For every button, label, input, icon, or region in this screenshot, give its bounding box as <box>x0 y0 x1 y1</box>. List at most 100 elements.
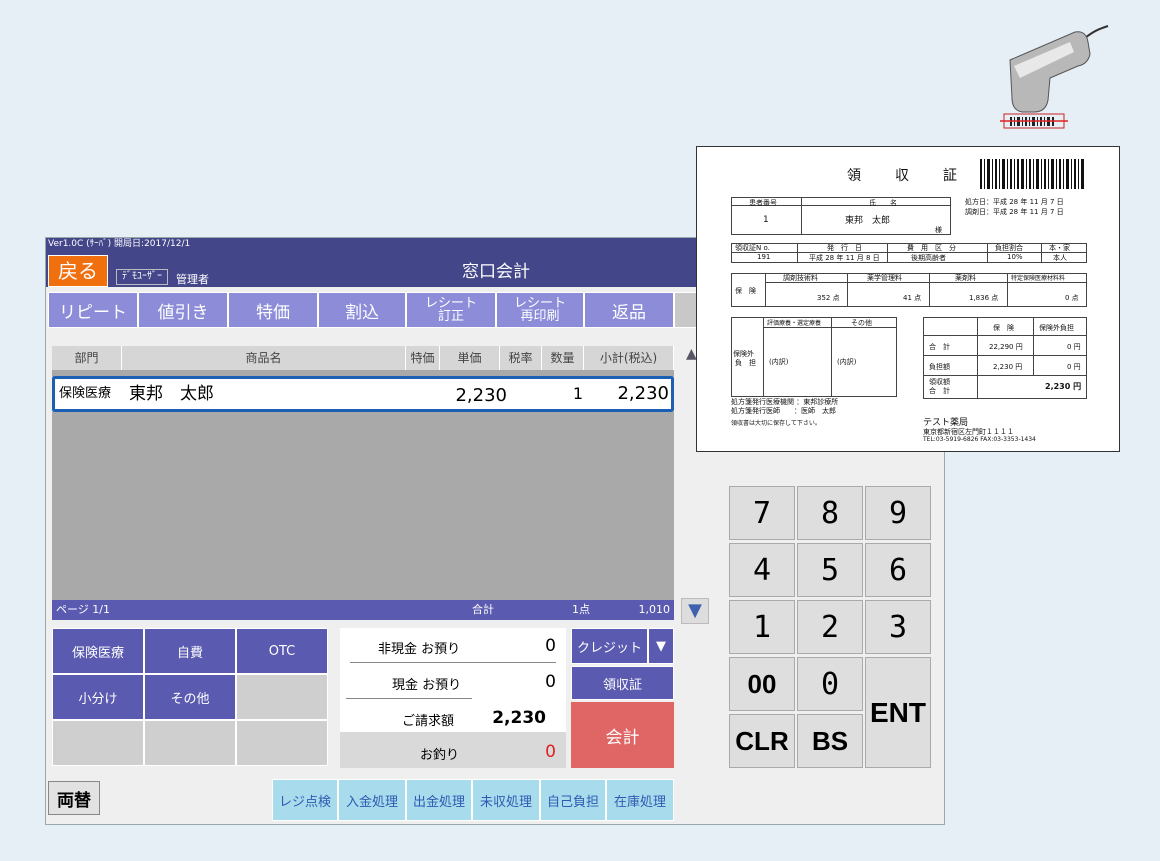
drug-fee: 1,836 点 <box>969 294 999 302</box>
drug-fee-label: 薬剤料 <box>955 274 976 282</box>
category-empty-button <box>144 720 236 766</box>
col-dept: 部門 <box>52 346 122 370</box>
row-name: 東邦 太郎 <box>129 384 214 404</box>
material-fee: 0 点 <box>1065 294 1079 302</box>
burden-ratio: 10% <box>1007 253 1023 261</box>
noncash-value[interactable]: 0 <box>490 636 556 656</box>
receipt-title: 領 収 証 <box>847 168 959 184</box>
pharma-mgmt-label: 薬学管理料 <box>867 274 902 282</box>
key-5[interactable]: 5 <box>797 543 863 597</box>
enter-key[interactable]: ENT <box>865 657 931 768</box>
return-button[interactable]: 返品 <box>584 292 674 328</box>
cash-label: 現金 お預り <box>392 678 462 693</box>
checkout-button[interactable]: 会計 <box>571 702 674 768</box>
copay-insurance: 2,230 円 <box>993 363 1023 371</box>
staff-name: 管理者 <box>176 273 209 286</box>
interrupt-button[interactable]: 割込 <box>318 292 406 328</box>
scroll-down-icon[interactable]: ▼ <box>681 598 709 624</box>
footer-amount: 1,010 <box>638 603 671 616</box>
insured-type: 本人 <box>1053 254 1067 262</box>
receipt-button[interactable]: 領収証 <box>571 666 674 700</box>
total-out: 0 円 <box>1067 343 1081 351</box>
page-title: 窓口会計 <box>462 262 530 282</box>
col-tax: 税率 <box>500 346 542 370</box>
key-1[interactable]: 1 <box>729 600 795 654</box>
billed-value: 2,230 <box>492 708 546 728</box>
selected-care-label: 評価療養・選定療養 <box>767 320 822 327</box>
key-3[interactable]: 3 <box>865 600 931 654</box>
category-empty-button <box>236 674 328 720</box>
dispensing-fee-label: 調剤技術料 <box>783 274 818 282</box>
category-insurance-button[interactable]: 保険医療 <box>52 628 144 674</box>
staff-id: ﾃﾞﾓﾕｰｻﾞｰ <box>116 269 168 285</box>
col-name: 商品名 <box>122 346 406 370</box>
register-check-button[interactable]: レジ点検 <box>272 779 338 821</box>
credit-button[interactable]: クレジット <box>571 628 648 664</box>
receipt-preview: 領 収 証 患者番号 1 氏 名 東邦 太郎 様 処方日：平成 28 年 11 … <box>696 146 1120 452</box>
key-8[interactable]: 8 <box>797 486 863 540</box>
sum-out-label: 保険外負担 <box>1039 324 1074 332</box>
item-list[interactable]: 保険医療 東邦 太郎 2,230 1 2,230 <box>52 370 674 600</box>
table-header: 部門 商品名 特価 単価 税率 数量 小計(税込) <box>52 346 674 370</box>
table-footer: ページ 1/1 合計 1点 1,010 <box>52 600 674 620</box>
withdrawal-button[interactable]: 出金処理 <box>406 779 472 821</box>
sum-insurance-label: 保 険 <box>993 324 1014 332</box>
inventory-button[interactable]: 在庫処理 <box>606 779 674 821</box>
key-0[interactable]: 0 <box>797 657 863 711</box>
patient-no-label: 患者番号 <box>749 199 777 207</box>
payment-panel: 非現金 お預り 0 現金 お預り 0 ご請求額 2,230 お釣り 0 <box>340 628 566 768</box>
footer-count: 1点 <box>572 603 590 616</box>
copay-out: 0 円 <box>1067 363 1081 371</box>
category-subdivide-button[interactable]: 小分け <box>52 674 144 720</box>
key-4[interactable]: 4 <box>729 543 795 597</box>
category-otc-button[interactable]: OTC <box>236 628 328 674</box>
receipt-reprint-button[interactable]: レシート 再印刷 <box>496 292 584 328</box>
pharma-mgmt-fee: 41 点 <box>903 294 922 302</box>
backspace-key[interactable]: BS <box>797 714 863 768</box>
category-other-button[interactable]: その他 <box>144 674 236 720</box>
burden-ratio-label: 負担割合 <box>995 244 1023 252</box>
col-special: 特価 <box>406 346 440 370</box>
receipt-correct-button[interactable]: レシート 訂正 <box>406 292 496 328</box>
clear-key[interactable]: CLR <box>729 714 795 768</box>
back-button[interactable]: 戻る <box>48 255 108 287</box>
page-indicator: ページ 1/1 <box>56 603 110 616</box>
patient-name: 東邦 太郎 <box>845 216 891 226</box>
cash-value[interactable]: 0 <box>490 672 556 692</box>
cost-class: 後期高齢者 <box>911 254 946 262</box>
key-2[interactable]: 2 <box>797 600 863 654</box>
category-empty-button <box>52 720 144 766</box>
total-insurance: 22,290 円 <box>989 343 1023 351</box>
name-label: 氏 名 <box>869 199 897 207</box>
key-6[interactable]: 6 <box>865 543 931 597</box>
col-price: 単価 <box>440 346 500 370</box>
category-self-pay-button[interactable]: 自費 <box>144 628 236 674</box>
cost-class-label: 費 用 区 分 <box>907 244 956 252</box>
pharmacy-tel: TEL:03-5919-6826 FAX:03-3353-1434 <box>923 436 1036 443</box>
uncollected-button[interactable]: 未収処理 <box>472 779 540 821</box>
exchange-button[interactable]: 両替 <box>48 781 100 815</box>
key-00[interactable]: 00 <box>729 657 795 711</box>
change-label: お釣り <box>420 748 460 763</box>
collected-value: 2,230 円 <box>1045 382 1082 391</box>
chevron-down-icon[interactable]: ▼ <box>648 628 674 664</box>
col-qty: 数量 <box>542 346 584 370</box>
table-row[interactable]: 保険医療 東邦 太郎 2,230 1 2,230 <box>52 376 674 412</box>
other-label: その他 <box>851 319 872 327</box>
other-note-2: (内訳) <box>837 358 857 366</box>
total-label: 合 計 <box>929 343 950 351</box>
copay-label: 負担額 <box>929 363 950 371</box>
copay-button[interactable]: 自己負担 <box>540 779 606 821</box>
other-note-1: (内訳) <box>769 358 789 366</box>
discount-button[interactable]: 値引き <box>138 292 228 328</box>
key-7[interactable]: 7 <box>729 486 795 540</box>
issue-date-label: 発 行 日 <box>827 244 862 252</box>
repeat-button[interactable]: リピート <box>48 292 138 328</box>
receipt-no-label: 領収証N o. <box>735 244 770 252</box>
key-9[interactable]: 9 <box>865 486 931 540</box>
barcode-scanner-icon <box>1000 25 1109 129</box>
deposit-button[interactable]: 入金処理 <box>338 779 406 821</box>
footer-total-label: 合計 <box>472 603 494 616</box>
special-price-button[interactable]: 特価 <box>228 292 318 328</box>
row-subtotal: 2,230 <box>617 383 669 404</box>
